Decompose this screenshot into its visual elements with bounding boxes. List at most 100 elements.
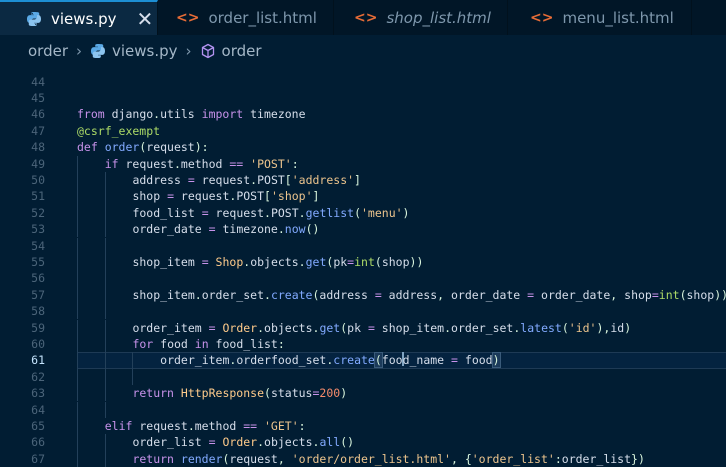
- code-line[interactable]: 58: [0, 303, 726, 319]
- code-token: =: [201, 205, 216, 220]
- html-icon: <>: [354, 9, 378, 26]
- code-token: :: [554, 451, 562, 466]
- code-token: foo: [381, 353, 403, 368]
- code-text: order_item = Order.objects.get(pk = shop…: [132, 320, 631, 336]
- code-token: =: [374, 287, 389, 302]
- code-token: .: [277, 222, 285, 237]
- breadcrumb-folder[interactable]: order: [28, 42, 68, 60]
- code-token: shop: [381, 254, 410, 269]
- code-token: order_list: [561, 451, 632, 466]
- code-line[interactable]: 49 if request.method == 'POST':: [0, 156, 726, 172]
- code-token: address: [388, 287, 438, 302]
- line-number: 62: [31, 369, 45, 384]
- code-token: shop_item: [132, 254, 202, 269]
- code-token: 'GET': [264, 418, 299, 433]
- python-icon: [90, 43, 106, 59]
- code-token: 'address': [291, 172, 355, 187]
- line-number: 55: [31, 254, 45, 269]
- code-line[interactable]: 47 @csrf_exempt: [0, 123, 726, 139]
- code-line[interactable]: 67 return render(request, 'order/order_li…: [0, 451, 726, 467]
- code-text: return render(request, 'order/order_list…: [132, 451, 644, 467]
- code-line[interactable]: 55 shop_item = Shop.objects.get(pk=int(sh…: [0, 254, 726, 270]
- code-token: order_list: [132, 435, 209, 450]
- code-line[interactable]: 63 return HttpResponse(status=200): [0, 385, 726, 401]
- line-number: 66: [31, 435, 45, 450]
- code-line[interactable]: 65 elif request.method == 'GET':: [0, 418, 726, 434]
- code-token: (: [374, 254, 382, 269]
- tab-shop-list-html[interactable]: <> shop_list.html: [334, 0, 508, 35]
- breadcrumb-symbol[interactable]: order: [222, 42, 262, 60]
- code-token: food: [464, 353, 493, 368]
- code-token: (): [340, 435, 355, 450]
- code-token: return: [132, 386, 181, 401]
- tab-overflow: [692, 0, 726, 35]
- code-token: order_item: [160, 353, 230, 368]
- code-token: request: [139, 418, 188, 433]
- code-token: [: [284, 172, 292, 187]
- code-token: =: [367, 320, 382, 335]
- code-token: .: [264, 205, 271, 220]
- code-line[interactable]: 61 order_item.orderfood_set.create(food_n…: [0, 352, 726, 369]
- code-token: int: [354, 254, 375, 269]
- code-line[interactable]: 62: [0, 369, 726, 385]
- code-token: get: [319, 320, 341, 335]
- code-token: all: [319, 435, 341, 450]
- code-token: :: [291, 156, 299, 171]
- code-token: request: [146, 140, 195, 155]
- code-text: order_list = Order.objects.all(): [132, 434, 354, 450]
- code-token: 200: [319, 386, 341, 401]
- code-text: if request.method == 'POST':: [105, 156, 299, 172]
- code-token: shop: [132, 189, 168, 204]
- code-line[interactable]: 59 order_item = Order.objects.get(pk = sh…: [0, 320, 726, 336]
- chevron-right-icon: ›: [76, 41, 82, 60]
- code-token: food_list: [132, 205, 202, 220]
- code-token: pk: [347, 320, 368, 335]
- code-text: def order(request):: [77, 139, 209, 155]
- code-line[interactable]: 52 food_list = request.POST.getlist('menu…: [0, 205, 726, 221]
- code-token: request: [201, 172, 251, 187]
- code-token: =: [208, 320, 223, 335]
- code-line[interactable]: 64: [0, 402, 726, 418]
- code-line[interactable]: 45: [0, 90, 726, 106]
- code-token: (: [679, 287, 687, 302]
- code-token: POST: [257, 172, 285, 187]
- line-number: 58: [31, 304, 45, 319]
- close-icon[interactable]: ✕: [137, 7, 154, 31]
- code-line[interactable]: 54: [0, 238, 726, 254]
- code-token: .: [298, 254, 306, 269]
- code-token: int: [658, 287, 680, 302]
- code-line[interactable]: 44: [0, 74, 726, 90]
- code-line[interactable]: 46 from django.utils import timezone: [0, 106, 726, 122]
- line-number: 47: [31, 123, 45, 138]
- code-token: order_set: [201, 287, 264, 302]
- line-number: 67: [31, 451, 45, 466]
- code-token: address: [319, 287, 375, 302]
- breadcrumb-file[interactable]: views.py: [112, 42, 178, 60]
- line-number: 57: [31, 287, 45, 302]
- code-token: elif: [104, 418, 140, 433]
- tab-views-py[interactable]: views.py ✕: [0, 0, 158, 35]
- code-token: pk: [333, 254, 348, 269]
- code-line[interactable]: 53 order_date = timezone.now(): [0, 221, 726, 237]
- code-token: .: [187, 418, 195, 433]
- code-text: return HttpResponse(status=200): [132, 385, 347, 401]
- code-token: [: [264, 189, 271, 204]
- tab-order-list-html[interactable]: <> order_list.html: [158, 0, 334, 35]
- code-editor[interactable]: 44 45 46 from django.utils import timezone 4…: [0, 66, 726, 467]
- code-line[interactable]: 50 address = request.POST['address']: [0, 172, 726, 188]
- line-number: 53: [31, 222, 45, 237]
- tab-menu-list-html[interactable]: <> menu_list.html: [508, 0, 692, 35]
- code-line[interactable]: 60 for food in food_list:: [0, 336, 726, 352]
- code-line[interactable]: 57 shop_item.order_set.create(address = a…: [0, 287, 726, 303]
- code-line[interactable]: 56: [0, 270, 726, 286]
- code-token: 'id': [568, 320, 597, 335]
- line-number: 59: [31, 320, 45, 335]
- code-token: Order: [222, 320, 258, 335]
- code-text: elif request.method == 'GET':: [105, 418, 306, 434]
- code-line[interactable]: 51 shop = request.POST['shop']: [0, 188, 726, 204]
- code-line[interactable]: 66 order_list = Order.objects.all(): [0, 434, 726, 450]
- code-line[interactable]: 48 def order(request):: [0, 139, 726, 155]
- code-token: render: [180, 451, 223, 466]
- code-token: return: [132, 451, 181, 466]
- code-token: d_name: [402, 353, 452, 368]
